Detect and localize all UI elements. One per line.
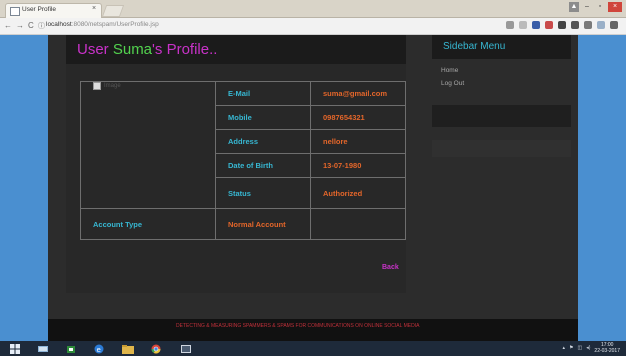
field-value: 0987654321 (310, 105, 406, 130)
field-label: E-Mail (215, 81, 311, 106)
field-label: Status (215, 177, 311, 209)
file-explorer-icon[interactable] (120, 343, 136, 354)
sidebar-panel (432, 140, 571, 157)
table-row: Account Type Normal Account (80, 208, 406, 240)
url-field[interactable]: localhost:8080/netspam/UserProfile.jsp (46, 21, 159, 28)
content-wrapper: User Suma's Profile.. Image E-Mail suma@… (48, 35, 578, 341)
profile-icon[interactable]: ▲ (569, 2, 579, 12)
clock-date: 22-03-2017 (594, 348, 620, 354)
new-tab-button[interactable] (101, 5, 125, 17)
image-alt-text: Image (104, 83, 121, 89)
network-icon[interactable]: ◫ (578, 345, 583, 351)
user-name: Suma (112, 41, 153, 58)
volume-icon[interactable]: ◂) (586, 345, 590, 351)
url-host: localhost (46, 21, 72, 28)
account-type-value: Normal Account (215, 208, 311, 240)
window-controls: ▲ – ▫ × (569, 2, 622, 12)
extension-icon[interactable] (571, 21, 579, 29)
account-type-label: Account Type (80, 208, 216, 240)
taskbar: e ▴ ⚑ ◫ ◂) 17:00 22-03-2017 (0, 341, 626, 356)
minimize-button[interactable]: – (582, 2, 592, 12)
sidebar-item-home[interactable]: Home (441, 67, 458, 74)
profile-table: Image E-Mail suma@gmail.com Mobile 09876… (80, 81, 406, 240)
forward-nav-icon[interactable]: → (16, 21, 24, 30)
edge-icon[interactable]: e (92, 343, 106, 354)
tab-user-profile[interactable]: User Profile × (5, 3, 102, 18)
extension-icon[interactable] (558, 21, 566, 29)
reload-icon[interactable]: C (28, 21, 34, 30)
browser-tab-strip: User Profile × ▲ – ▫ × (0, 0, 626, 18)
field-value: nellore (310, 129, 406, 154)
system-tray: ▴ ⚑ ◫ ◂) 17:00 22-03-2017 (563, 342, 621, 354)
url-path: :8080/netspam/UserProfile.jsp (71, 21, 159, 28)
profile-image-cell: Image (80, 81, 216, 209)
desktop-icon[interactable] (36, 343, 50, 354)
footer-text: DETECTING & MEASURING SPAMMERS & SPAMS F… (176, 323, 420, 329)
page-header: User Suma's Profile.. (66, 35, 406, 64)
field-label: Mobile (215, 105, 311, 130)
tray-chevron-icon[interactable]: ▴ (563, 345, 566, 351)
sidebar-title: Sidebar Menu (443, 41, 506, 52)
tab-title: User Profile (22, 6, 56, 13)
sidebar-header: Sidebar Menu (432, 35, 571, 59)
chrome-icon[interactable] (148, 343, 164, 354)
field-label: Date of Birth (215, 153, 311, 178)
extension-icon[interactable] (584, 21, 592, 29)
extension-icon[interactable] (545, 21, 553, 29)
start-icon[interactable] (8, 343, 22, 354)
extension-icon[interactable] (532, 21, 540, 29)
main-content: User Suma's Profile.. Image E-Mail suma@… (66, 35, 406, 293)
title-suffix: 's Profile.. (152, 41, 218, 58)
clock[interactable]: 17:00 22-03-2017 (594, 342, 620, 354)
close-window-button[interactable]: × (608, 2, 622, 12)
zoom-icon[interactable] (506, 21, 514, 29)
extension-icon[interactable] (597, 21, 605, 29)
address-bar-row: ← → C ⓘ localhost:8080/netspam/UserProfi… (0, 18, 626, 35)
field-label: Address (215, 129, 311, 154)
store-icon[interactable] (64, 343, 78, 354)
back-link[interactable]: Back (382, 264, 399, 271)
extensions-area (506, 21, 618, 29)
menu-icon[interactable] (610, 21, 618, 29)
star-icon[interactable] (519, 21, 527, 29)
page-viewport: User Suma's Profile.. Image E-Mail suma@… (0, 35, 626, 341)
maximize-button[interactable]: ▫ (595, 2, 605, 12)
broken-image: Image (93, 82, 203, 90)
sidebar-panel (432, 105, 571, 127)
back-nav-icon[interactable]: ← (4, 21, 12, 30)
sidebar-item-logout[interactable]: Log Out (441, 80, 464, 87)
app-icon[interactable] (178, 343, 194, 354)
field-value: suma@gmail.com (310, 81, 406, 106)
broken-image-icon (93, 82, 101, 90)
page-favicon-icon (10, 7, 20, 16)
tab-close-icon[interactable]: × (92, 5, 96, 12)
title-prefix: User (77, 41, 113, 58)
table-row: Image E-Mail suma@gmail.com (80, 81, 406, 209)
page-footer: DETECTING & MEASURING SPAMMERS & SPAMS F… (48, 319, 578, 341)
empty-cell (310, 208, 406, 240)
site-info-icon[interactable]: ⓘ (38, 21, 45, 31)
field-value: 13-07-1980 (310, 153, 406, 178)
page-title: User Suma's Profile.. (77, 41, 217, 58)
svg-text:e: e (97, 345, 101, 353)
flag-icon[interactable]: ⚑ (569, 345, 573, 351)
field-value: Authorized (310, 177, 406, 209)
sidebar: Sidebar Menu Home Log Out (432, 35, 571, 293)
